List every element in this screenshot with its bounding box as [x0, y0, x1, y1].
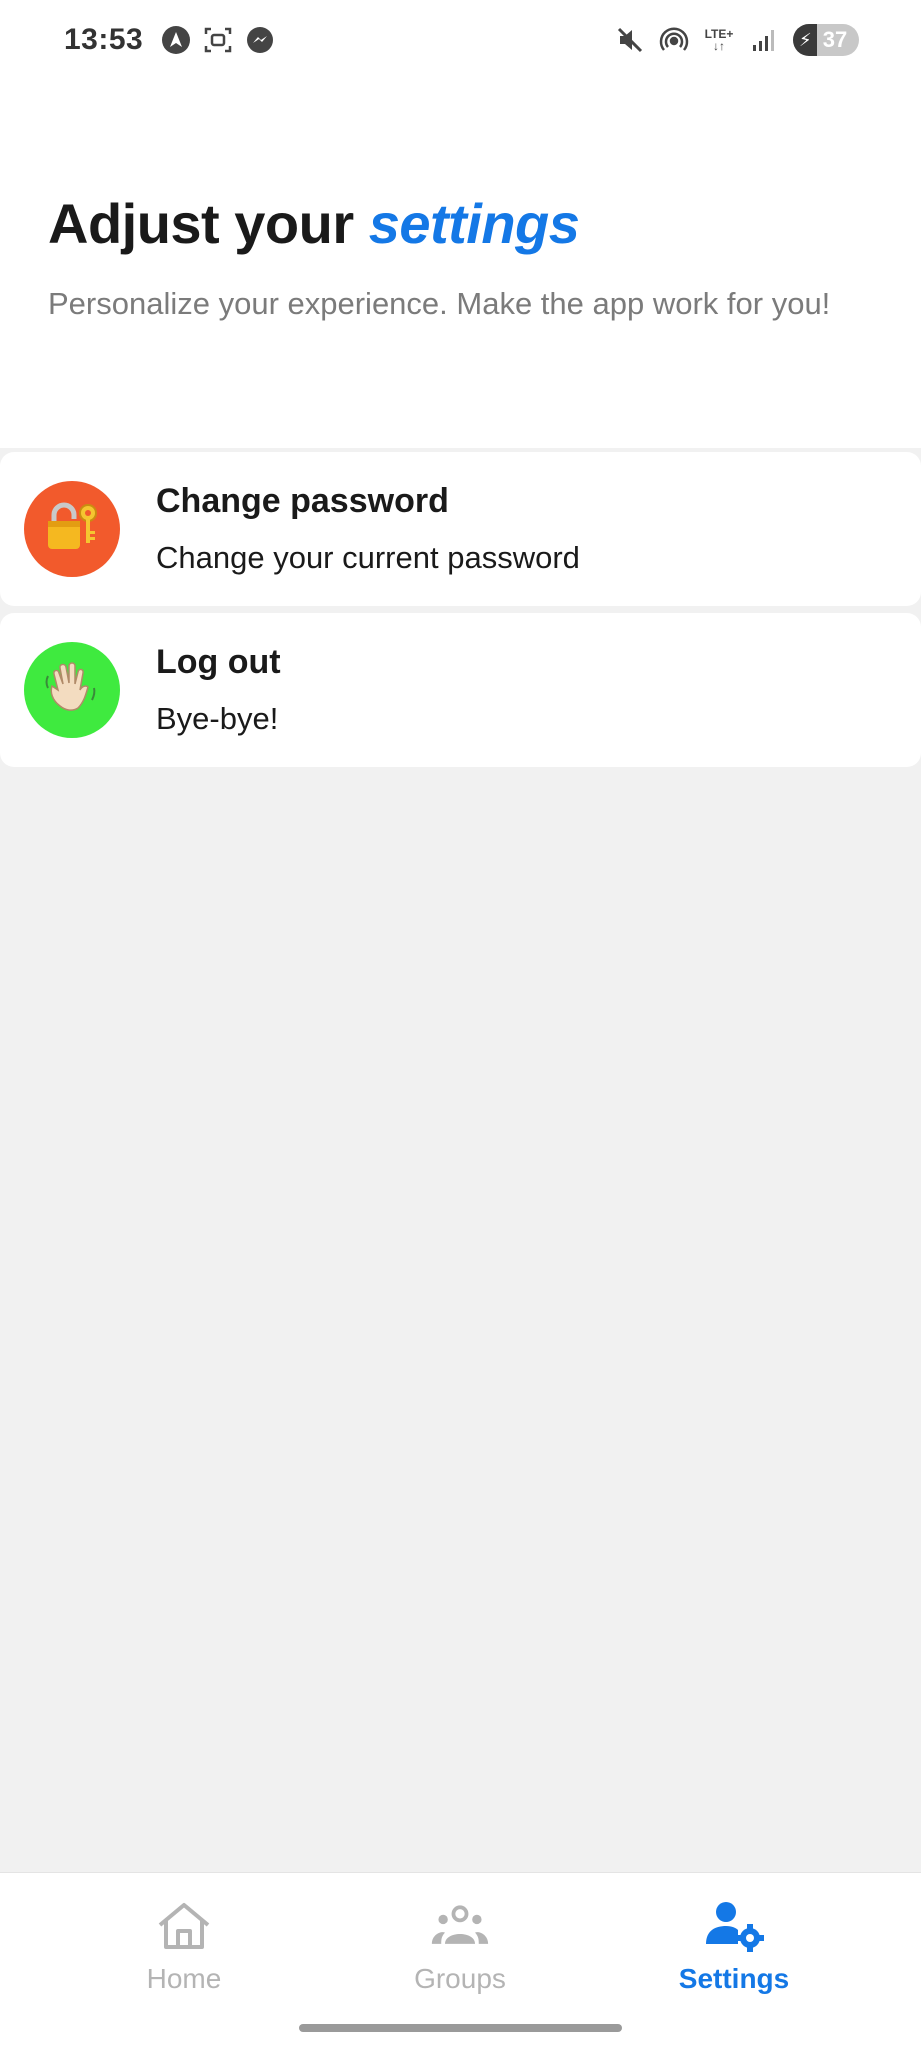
network-type: LTE+ ↓↑ — [704, 27, 734, 53]
network-label: LTE+ — [704, 27, 734, 41]
change-password-title: Change password — [156, 482, 449, 520]
mute-icon — [615, 25, 645, 55]
log-out-text: Log out Bye-bye! — [156, 642, 281, 738]
nav-item-groups[interactable]: Groups — [360, 1899, 560, 2009]
page-title: Adjust your settings — [48, 192, 873, 256]
status-time: 13:53 — [64, 23, 144, 56]
battery-percent: 37 — [822, 27, 848, 52]
settings-header: Adjust your settings Personalize your ex… — [0, 80, 921, 448]
battery-indicator: ⚡ 37 — [793, 24, 859, 56]
navigation-app-icon — [161, 25, 191, 55]
lock-with-key-icon — [40, 495, 104, 564]
hotspot-icon — [659, 25, 689, 55]
messenger-icon — [245, 25, 275, 55]
settings-screen: 13:53 LTE+ ↓↑ ⚡ 37 Adjust your settings … — [0, 0, 921, 2048]
log-out-title: Log out — [156, 643, 281, 681]
log-out-icon-badge — [24, 642, 120, 738]
change-password-subtitle: Change your current password — [156, 540, 580, 575]
status-bar: 13:53 LTE+ ↓↑ ⚡ 37 — [0, 0, 921, 80]
status-left: 13:53 — [64, 23, 275, 57]
screenshot-icon — [203, 25, 233, 55]
change-password-text: Change password Change your current pass… — [156, 481, 580, 577]
signal-icon — [749, 25, 779, 55]
change-password-icon-badge — [24, 481, 120, 577]
bottom-navigation: Home Groups Settings — [0, 1872, 921, 2048]
home-icon — [154, 1899, 214, 1953]
charging-icon: ⚡ — [799, 30, 812, 50]
home-indicator[interactable] — [299, 2024, 622, 2032]
log-out-subtitle: Bye-bye! — [156, 701, 279, 736]
waving-hand-icon — [40, 656, 104, 725]
nav-label-home: Home — [146, 1963, 222, 1994]
user-settings-icon — [704, 1899, 764, 1953]
nav-label-settings: Settings — [678, 1963, 790, 1994]
log-out-option[interactable]: Log out Bye-bye! — [0, 613, 921, 767]
status-right: LTE+ ↓↑ ⚡ 37 — [615, 24, 859, 56]
groups-icon — [430, 1899, 490, 1953]
page-title-accent: settings — [368, 192, 580, 255]
page-title-prefix: Adjust your — [48, 192, 354, 255]
nav-item-home[interactable]: Home — [84, 1899, 284, 2009]
nav-item-settings[interactable]: Settings — [634, 1899, 834, 2009]
nav-label-groups: Groups — [414, 1963, 506, 1994]
page-subtitle: Personalize your experience. Make the ap… — [48, 286, 831, 322]
change-password-option[interactable]: Change password Change your current pass… — [0, 452, 921, 606]
